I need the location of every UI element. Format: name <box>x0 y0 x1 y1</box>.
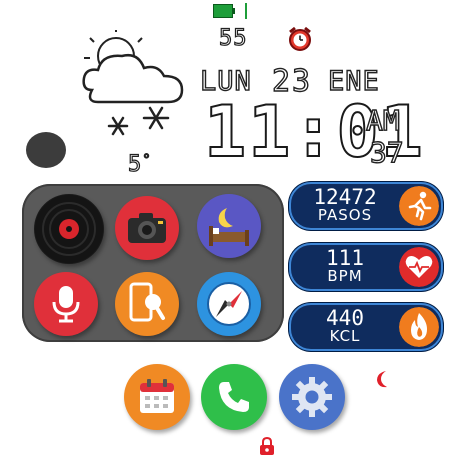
running-man-icon <box>399 186 439 226</box>
heart-icon <box>399 247 439 287</box>
seconds: 37 <box>369 135 404 169</box>
camera-icon <box>128 213 166 243</box>
compass-app[interactable] <box>197 272 261 336</box>
compass-icon <box>207 282 251 326</box>
calories-label: KCL <box>329 327 361 345</box>
vinyl-record-icon <box>35 195 103 263</box>
steps-pill[interactable]: 12472 PASOS <box>289 182 443 230</box>
sleep-app[interactable] <box>197 194 261 258</box>
find-phone-app[interactable] <box>115 272 179 336</box>
calendar-icon <box>140 379 174 413</box>
camera-app[interactable] <box>115 196 179 260</box>
temperature-value: 5° <box>127 151 152 177</box>
gear-icon <box>292 377 332 417</box>
heart-rate-pill[interactable]: 111 BPM <box>289 243 443 291</box>
flame-icon <box>399 307 439 347</box>
background-blot <box>26 132 66 168</box>
calories-pill[interactable]: 440 KCL <box>289 303 443 351</box>
voice-recorder-app[interactable] <box>34 272 98 336</box>
heart-label: BPM <box>327 267 363 285</box>
cloud-snow-icon <box>82 30 184 136</box>
battery-level: 55 <box>218 25 248 51</box>
signal-icon <box>245 3 247 19</box>
microphone-icon <box>52 286 80 323</box>
moon-bed-icon <box>209 208 249 246</box>
settings-app[interactable] <box>279 364 345 430</box>
phone-search-icon <box>129 282 165 322</box>
steps-label: PASOS <box>317 206 373 224</box>
alarm-clock-icon[interactable] <box>286 26 314 52</box>
time-separator: : <box>291 91 337 173</box>
moon-icon <box>377 371 387 388</box>
battery-icon <box>213 4 235 18</box>
lock-icon[interactable] <box>258 436 276 456</box>
hours: 11 <box>203 91 293 173</box>
app-grid-panel <box>22 184 284 342</box>
phone-app[interactable] <box>201 364 267 430</box>
music-app[interactable] <box>34 194 104 264</box>
ampm: AM <box>365 103 400 137</box>
phone-icon <box>219 382 249 412</box>
calendar-app[interactable] <box>124 364 190 430</box>
